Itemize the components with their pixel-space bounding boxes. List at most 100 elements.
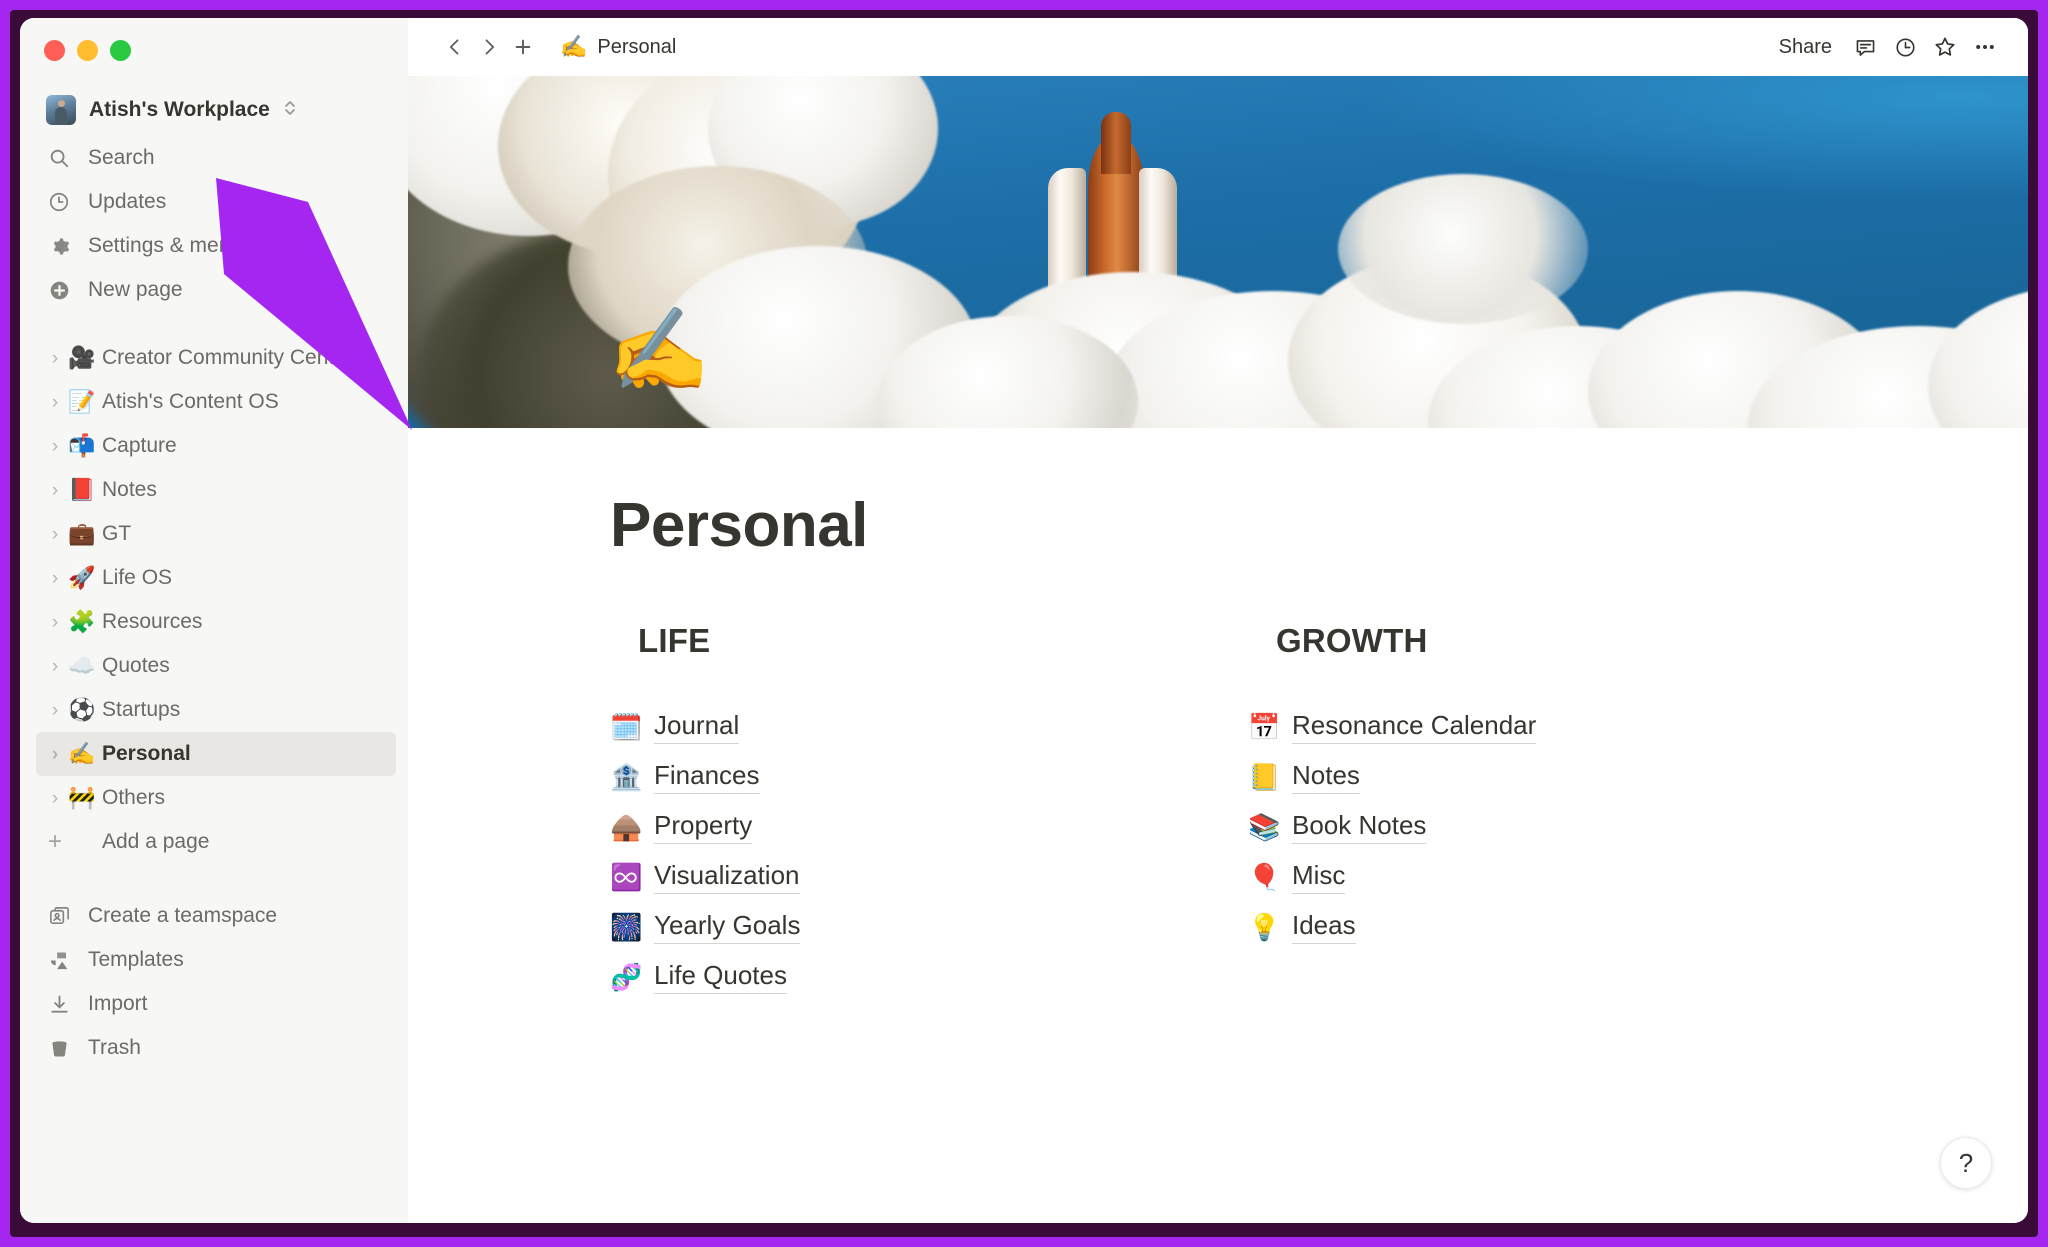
sidebar-page-label: Capture	[102, 434, 177, 457]
page-icon-emoji[interactable]: ✍️	[608, 310, 710, 392]
link-emoji-icon: 🛖	[610, 812, 643, 843]
comments-button[interactable]	[1848, 30, 1882, 64]
page-link-book-notes[interactable]: 📚 Book Notes	[1248, 802, 1838, 852]
page-link-journal[interactable]: 🗓️ Journal	[610, 702, 1200, 752]
sidebar: Atish's Workplace Search Updates Setting…	[20, 18, 408, 1223]
page-link-label: Property	[654, 810, 753, 845]
sidebar-item-updates[interactable]: Updates	[38, 180, 396, 224]
workspace-switcher[interactable]: Atish's Workplace	[38, 90, 396, 130]
sidebar-item-label: Search	[88, 146, 155, 169]
column-growth: GROWTH 📅 Resonance Calendar 📒 Notes 📚 Bo…	[1248, 622, 1838, 1002]
sidebar-page-capture[interactable]: › 📬 Capture	[36, 424, 396, 468]
new-page-button[interactable]	[506, 30, 540, 64]
more-options-button[interactable]	[1968, 30, 2002, 64]
chevron-right-icon[interactable]: ›	[44, 613, 66, 632]
sidebar-page-label: Atish's Content OS	[102, 390, 279, 413]
page-link-life-quotes[interactable]: 🧬 Life Quotes	[610, 952, 1200, 1002]
chevron-right-icon[interactable]: ›	[44, 525, 66, 544]
sidebar-divider-space	[20, 312, 408, 336]
link-emoji-icon: 🏦	[610, 762, 643, 793]
chevron-right-icon[interactable]: ›	[44, 657, 66, 676]
page-link-resonance-calendar[interactable]: 📅 Resonance Calendar	[1248, 702, 1838, 752]
sidebar-page-others[interactable]: › 🚧 Others	[36, 776, 396, 820]
plus-circle-icon	[46, 279, 72, 302]
annotation-frame: Atish's Workplace Search Updates Setting…	[0, 0, 2048, 1247]
sidebar-page-label: Notes	[102, 478, 157, 501]
sidebar-item-trash[interactable]: Trash	[38, 1026, 396, 1070]
nav-forward-button[interactable]	[472, 30, 506, 64]
chevron-right-icon[interactable]: ›	[44, 701, 66, 720]
search-icon	[46, 147, 72, 169]
page-link-misc[interactable]: 🎈 Misc	[1248, 852, 1838, 902]
page-emoji-icon: 🚀	[68, 565, 96, 590]
sidebar-item-label: New page	[88, 278, 183, 301]
minimize-window-button[interactable]	[77, 40, 98, 61]
page-emoji-icon: ✍️	[68, 741, 96, 766]
sidebar-item-label: Updates	[88, 190, 167, 213]
page-link-yearly-goals[interactable]: 🎆 Yearly Goals	[610, 902, 1200, 952]
sidebar-page-personal[interactable]: › ✍️ Personal	[36, 732, 396, 776]
link-emoji-icon: 🧬	[610, 962, 643, 993]
sidebar-page-label: Startups	[102, 698, 181, 721]
sidebar-item-import[interactable]: Import	[38, 982, 396, 1026]
templates-icon	[46, 949, 72, 972]
sidebar-add-a-page[interactable]: + Add a page	[36, 820, 396, 864]
chevron-right-icon[interactable]: ›	[44, 393, 66, 412]
page-link-ideas[interactable]: 💡 Ideas	[1248, 902, 1838, 952]
maximize-window-button[interactable]	[110, 40, 131, 61]
sidebar-item-label: Settings & members	[88, 234, 278, 257]
trash-icon	[46, 1037, 72, 1060]
help-button[interactable]: ?	[1940, 1137, 1992, 1189]
page-history-button[interactable]	[1888, 30, 1922, 64]
page-link-label: Journal	[654, 710, 740, 745]
page-emoji-icon: ☁️	[68, 653, 96, 678]
page-emoji-icon: ⚽	[68, 697, 96, 722]
link-emoji-icon: 🗓️	[610, 712, 643, 743]
page-emoji-icon: 📝	[68, 389, 96, 414]
sidebar-page-label: Resources	[102, 610, 203, 633]
page-link-finances[interactable]: 🏦 Finances	[610, 752, 1200, 802]
sidebar-item-search[interactable]: Search	[38, 136, 396, 180]
page-columns: LIFE 🗓️ Journal 🏦 Finances 🛖 Property ♾️…	[610, 622, 2028, 1002]
sidebar-item-new-page[interactable]: New page	[38, 268, 396, 312]
sidebar-item-create-teamspace[interactable]: Create a teamspace	[38, 894, 396, 938]
sidebar-page-label: Quotes	[102, 654, 170, 677]
chevron-right-icon[interactable]: ›	[44, 437, 66, 456]
link-emoji-icon: 📒	[1248, 762, 1281, 793]
close-window-button[interactable]	[44, 40, 65, 61]
sidebar-page-notes[interactable]: › 📕 Notes	[36, 468, 396, 512]
link-emoji-icon: 🎈	[1248, 862, 1281, 893]
window-traffic-lights	[20, 18, 408, 76]
page-link-label: Misc	[1292, 860, 1346, 895]
workspace-avatar	[46, 95, 76, 125]
page-link-property[interactable]: 🛖 Property	[610, 802, 1200, 852]
sidebar-page-atishs-content-os[interactable]: › 📝 Atish's Content OS	[36, 380, 396, 424]
nav-back-button[interactable]	[438, 30, 472, 64]
chevron-right-icon[interactable]: ›	[44, 569, 66, 588]
page-emoji-icon: 🚧	[68, 785, 96, 810]
share-button[interactable]: Share	[1769, 30, 1842, 65]
page-link-visualization[interactable]: ♾️ Visualization	[610, 852, 1200, 902]
column-life: LIFE 🗓️ Journal 🏦 Finances 🛖 Property ♾️…	[610, 622, 1200, 1002]
sidebar-page-label: Others	[102, 786, 166, 809]
breadcrumb[interactable]: ✍️ Personal	[552, 32, 684, 63]
chevron-right-icon[interactable]: ›	[44, 481, 66, 500]
sidebar-page-gt[interactable]: › 💼 GT	[36, 512, 396, 556]
page-link-label: Ideas	[1292, 910, 1356, 945]
sidebar-item-templates[interactable]: Templates	[38, 938, 396, 982]
sidebar-page-creator-community-center[interactable]: › 🎥 Creator Community Center	[36, 336, 396, 380]
sidebar-page-quotes[interactable]: › ☁️ Quotes	[36, 644, 396, 688]
sidebar-page-life-os[interactable]: › 🚀 Life OS	[36, 556, 396, 600]
chevron-right-icon[interactable]: ›	[44, 745, 66, 764]
sidebar-page-resources[interactable]: › 🧩 Resources	[36, 600, 396, 644]
sidebar-page-label: Creator Community Center	[102, 346, 353, 369]
page-link-notes[interactable]: 📒 Notes	[1248, 752, 1838, 802]
sidebar-page-startups[interactable]: › ⚽ Startups	[36, 688, 396, 732]
plus-icon: +	[47, 828, 62, 855]
sidebar-item-settings-members[interactable]: Settings & members	[38, 224, 396, 268]
favorite-star-button[interactable]	[1928, 30, 1962, 64]
page-title[interactable]: Personal	[610, 491, 2028, 560]
page-link-label: Book Notes	[1292, 810, 1427, 845]
chevron-right-icon[interactable]: ›	[44, 349, 66, 368]
chevron-right-icon[interactable]: ›	[44, 789, 66, 808]
